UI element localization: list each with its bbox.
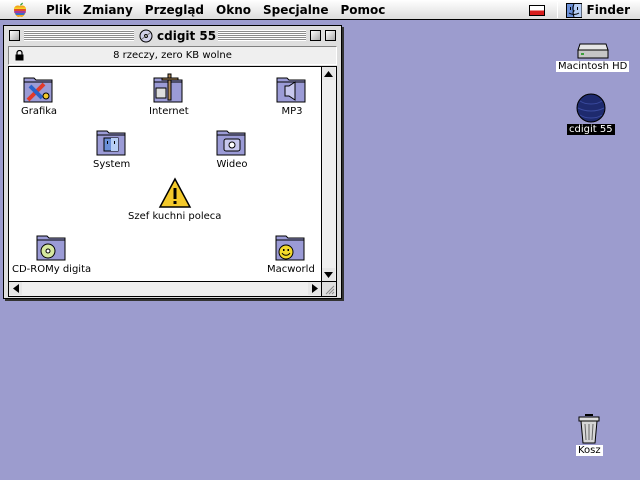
cd-disc-small-icon [139, 29, 153, 42]
mp3-folder-icon [276, 77, 306, 103]
folder-internet[interactable]: Internet [149, 72, 189, 117]
folder-system[interactable]: System [93, 125, 130, 170]
document-label: Szef kuchni poleca [128, 211, 222, 222]
folder-label: MP3 [281, 106, 303, 117]
folder-label: Grafika [21, 106, 58, 117]
warning-icon [158, 177, 191, 208]
folder-label: Wideo [216, 159, 248, 170]
menu-specjalne[interactable]: Specjalne [257, 0, 335, 20]
cd-disc-icon [576, 93, 606, 123]
vertical-scrollbar[interactable] [322, 66, 337, 282]
scroll-down-arrow-icon[interactable] [322, 268, 335, 281]
scroll-right-arrow-icon[interactable] [308, 282, 321, 295]
folder-label: CD-ROMy digita [12, 264, 92, 275]
folder-label: Macworld [267, 264, 315, 275]
horizontal-scrollbar[interactable] [8, 282, 322, 297]
folder-grafika[interactable]: Grafika [21, 72, 57, 117]
menu-okno[interactable]: Okno [210, 0, 257, 20]
desktop-icon-cdigit-55[interactable]: cdigit 55 [567, 93, 615, 135]
scroll-left-arrow-icon[interactable] [9, 282, 22, 295]
desktop-icon-kosz[interactable]: Kosz [576, 412, 603, 456]
smiley-folder-icon [275, 235, 305, 261]
desktop-icon-label: Macintosh HD [556, 61, 630, 72]
menu-zmiany[interactable]: Zmiany [77, 0, 139, 20]
folder-mp3[interactable]: MP3 [275, 72, 309, 117]
title-bar-stripes-right [218, 30, 306, 41]
collapse-box-icon[interactable] [325, 30, 336, 41]
keyboard-layout-flag-icon[interactable] [528, 4, 545, 16]
folder-label: Internet [149, 106, 189, 117]
cd-folder-icon [36, 235, 66, 261]
graphics-folder-icon [23, 77, 53, 103]
lock-icon [15, 49, 24, 64]
desktop-icon-macintosh-hd[interactable]: Macintosh HD [556, 40, 630, 72]
application-switcher[interactable]: Finder [565, 2, 640, 18]
window-info-text: 8 rzeczy, zero KB wolne [113, 50, 232, 61]
internet-folder-icon [153, 73, 183, 103]
folder-macworld[interactable]: Macworld [267, 230, 315, 275]
window-content-area: Grafika Internet MP3 System Wideo Szef k… [8, 66, 322, 282]
folder-cd-romy-digita[interactable]: CD-ROMy digita [12, 230, 91, 275]
menu-bar: Plik Zmiany Przegląd Okno Specjalne Pomo… [0, 0, 640, 20]
window-title-bar[interactable]: cdigit 55 [4, 26, 341, 45]
desktop-icon-label: cdigit 55 [567, 124, 615, 135]
finder-face-icon [565, 2, 582, 18]
resize-grow-box-icon[interactable] [322, 282, 337, 297]
document-szef-kuchni-poleca[interactable]: Szef kuchni poleca [128, 177, 221, 222]
system-folder-icon [96, 130, 126, 156]
video-folder-icon [216, 130, 246, 156]
menu-separator [556, 2, 558, 18]
desktop-icon-label: Kosz [576, 445, 603, 456]
apple-menu-icon[interactable] [0, 0, 40, 20]
menu-plik[interactable]: Plik [40, 0, 77, 20]
trash-icon [578, 414, 600, 444]
window-title: cdigit 55 [135, 27, 221, 44]
scroll-up-arrow-icon[interactable] [322, 67, 335, 80]
title-bar-stripes [24, 30, 134, 41]
window-info-bar: 8 rzeczy, zero KB wolne [8, 46, 337, 65]
close-box-icon[interactable] [9, 30, 20, 41]
folder-label: System [93, 159, 131, 170]
finder-window: cdigit 55 8 rzeczy, zero KB wolne Grafik… [3, 25, 342, 299]
window-title-text: cdigit 55 [157, 28, 217, 43]
zoom-box-icon[interactable] [310, 30, 321, 41]
hard-disk-icon [576, 43, 609, 59]
menu-pomoc[interactable]: Pomoc [335, 0, 392, 20]
folder-wideo[interactable]: Wideo [215, 125, 249, 170]
application-name: Finder [586, 3, 631, 17]
menu-przeglad[interactable]: Przegląd [139, 0, 210, 20]
